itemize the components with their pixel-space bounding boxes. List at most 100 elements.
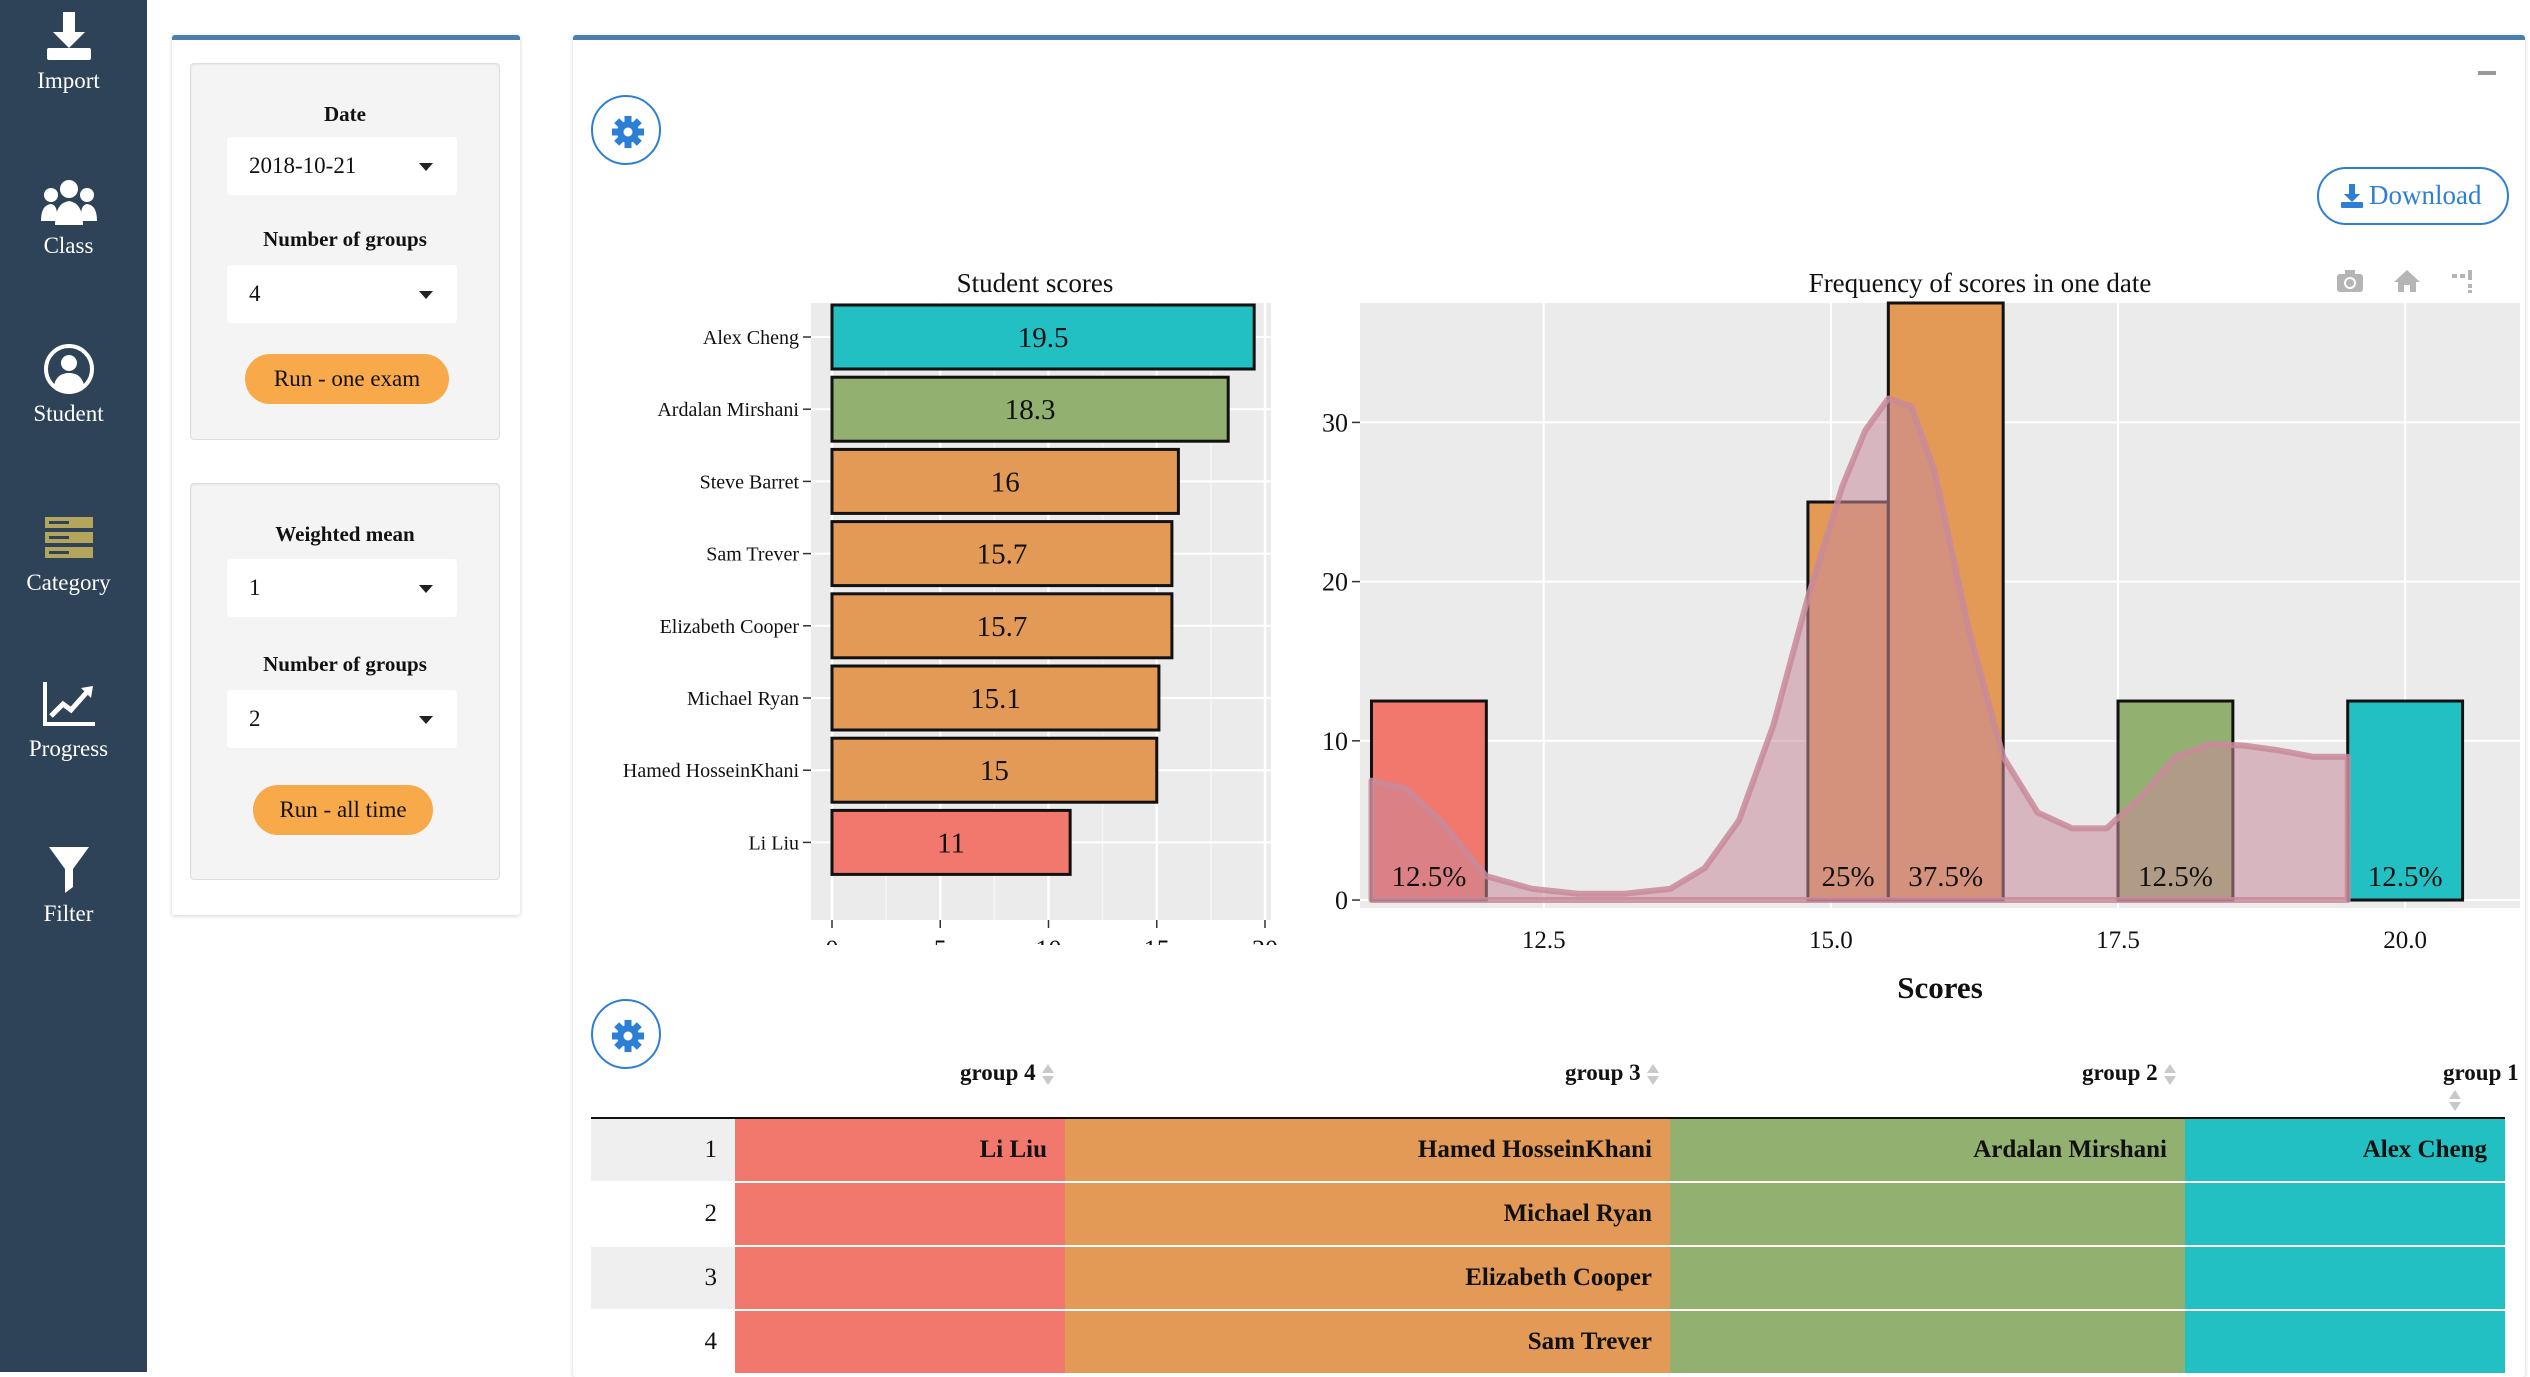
x-tick-label: 15.0 (1809, 927, 1853, 954)
column-header-label: group 2 (2082, 1060, 2158, 1085)
minimize-icon[interactable] (2478, 71, 2496, 75)
bin-percent-label: 25% (1822, 861, 1875, 893)
row-index: 3 (591, 1247, 735, 1309)
bin-percent-label: 12.5% (2368, 861, 2443, 893)
all-time-controls: Weighted mean 1 Number of groups 2 Run -… (190, 483, 500, 880)
chevron-down-icon (419, 163, 433, 171)
x-tick-label: 10 (1036, 935, 1062, 945)
weighted-mean-label: Weighted mean (275, 522, 415, 546)
download-label: Download (2369, 180, 2482, 210)
x-tick-label: 20.0 (2383, 927, 2427, 954)
y-tick-label: Hamed HosseinKhani (623, 760, 800, 782)
sidebar-item-student[interactable]: Student (0, 343, 137, 427)
x-tick-label: 5 (934, 935, 947, 945)
y-tick-label: Alex Cheng (703, 327, 799, 349)
user-circle-icon (43, 344, 94, 394)
column-header-group-1[interactable]: group 1 (2443, 1060, 2530, 1114)
bar-value-label: 15 (980, 755, 1009, 787)
server-icon (44, 517, 93, 558)
column-header-group-3[interactable]: group 3 (1565, 1060, 1659, 1088)
groups-value: 2 (249, 706, 261, 731)
cell-group-1 (2185, 1247, 2505, 1309)
cell-group-3: Sam Trever (1065, 1311, 1670, 1373)
table-row[interactable]: 2 Michael Ryan (591, 1183, 2505, 1245)
x-tick-label: 15 (1144, 935, 1170, 945)
cell-group-1 (2185, 1183, 2505, 1245)
x-tick-label: 17.5 (2096, 927, 2140, 954)
plot-settings-button[interactable] (591, 95, 661, 165)
cell-group-4 (735, 1247, 1065, 1309)
y-tick-label: Michael Ryan (687, 688, 799, 710)
y-tick-label: 10 (1322, 727, 1348, 756)
line-chart-icon (42, 682, 95, 726)
sidebar: Import Class Student Category Progress F… (0, 0, 147, 1372)
cell-group-2 (1670, 1247, 2185, 1309)
bin-percent-label: 37.5% (1908, 861, 1983, 893)
one-exam-controls: Date 2018-10-21 Number of groups 4 Run -… (190, 63, 500, 440)
table-row[interactable]: 3 Elizabeth Cooper (591, 1247, 2505, 1309)
table-row[interactable]: 4 Sam Trever (591, 1311, 2505, 1373)
table-row[interactable]: 1 Li Liu Hamed HosseinKhani Ardalan Mirs… (591, 1119, 2505, 1181)
x-tick-label: 0 (826, 935, 839, 945)
groups-select[interactable]: 4 (227, 265, 457, 323)
y-tick-label: Li Liu (748, 832, 799, 854)
users-icon (40, 180, 97, 225)
sidebar-item-label: Category (26, 570, 111, 595)
bar-value-label: 11 (937, 827, 965, 859)
cell-group-3: Michael Ryan (1065, 1183, 1670, 1245)
cell-group-4: Li Liu (735, 1119, 1065, 1181)
cell-group-1 (2185, 1311, 2505, 1373)
sidebar-item-label: Import (37, 68, 100, 93)
cell-group-4 (735, 1183, 1065, 1245)
cell-group-2 (1670, 1183, 2185, 1245)
weighted-mean-select[interactable]: 1 (227, 559, 457, 617)
bar-value-label: 15.7 (977, 611, 1028, 643)
table-settings-button[interactable] (591, 999, 661, 1069)
date-label: Date (324, 102, 366, 126)
filter-icon (48, 847, 89, 893)
y-tick-label: Sam Trever (706, 544, 799, 566)
y-tick-label: 20 (1322, 568, 1348, 597)
y-tick-label: Elizabeth Cooper (660, 616, 800, 638)
row-index: 2 (591, 1183, 735, 1245)
bar-value-label: 19.5 (1018, 322, 1069, 354)
groups-select[interactable]: 2 (227, 690, 457, 748)
row-index: 1 (591, 1119, 735, 1181)
run-one-exam-button[interactable]: Run - one exam (245, 354, 449, 404)
cell-group-4 (735, 1311, 1065, 1373)
score-frequency-chart: 12.5 15.0 17.5 20.0 0 10 20 30 12.5% 25% 37.5% 12.5… (1322, 301, 2520, 1005)
sidebar-item-class[interactable]: Class (0, 175, 137, 259)
compare-data-icon[interactable] (2448, 268, 2478, 294)
x-axis-title: Scores (1897, 970, 1983, 1005)
bar-value-label: 15.7 (977, 539, 1028, 571)
row-index: 4 (591, 1311, 735, 1373)
date-value: 2018-10-21 (249, 153, 357, 178)
y-tick-label: 0 (1335, 886, 1348, 915)
gear-icon (612, 1020, 644, 1052)
sidebar-item-category[interactable]: Category (0, 512, 137, 596)
bar-value-label: 16 (991, 466, 1020, 498)
date-select[interactable]: 2018-10-21 (227, 137, 457, 195)
sidebar-item-label: Student (33, 401, 104, 426)
download-button[interactable]: Download (2317, 167, 2509, 225)
sidebar-item-label: Progress (28, 736, 109, 761)
sort-icon (1646, 1062, 1659, 1088)
sort-icon (1041, 1062, 1054, 1088)
bin-percent-label: 12.5% (1391, 861, 1466, 893)
sidebar-item-progress[interactable]: Progress (0, 678, 137, 762)
run-all-time-button[interactable]: Run - all time (253, 785, 433, 835)
gear-icon (612, 116, 644, 148)
student-scores-chart: 0 5 10 15 20 19.5 Alex Cheng 18.3 Ardalan Mirsha… (623, 303, 1278, 945)
cell-group-2 (1670, 1311, 2185, 1373)
bar-value-label: 18.3 (1005, 394, 1056, 426)
column-header-group-2[interactable]: group 2 (2082, 1060, 2176, 1088)
bin-percent-label: 12.5% (2138, 861, 2213, 893)
sort-icon (2449, 1088, 2461, 1114)
column-header-group-4[interactable]: group 4 (960, 1060, 1054, 1088)
x-tick-label: 20 (1252, 935, 1278, 945)
sidebar-item-filter[interactable]: Filter (0, 843, 137, 927)
sidebar-item-import[interactable]: Import (0, 10, 137, 94)
chevron-down-icon (419, 585, 433, 593)
cell-group-2: Ardalan Mirshani (1670, 1119, 2185, 1181)
bar-value-label: 15.1 (970, 683, 1021, 715)
